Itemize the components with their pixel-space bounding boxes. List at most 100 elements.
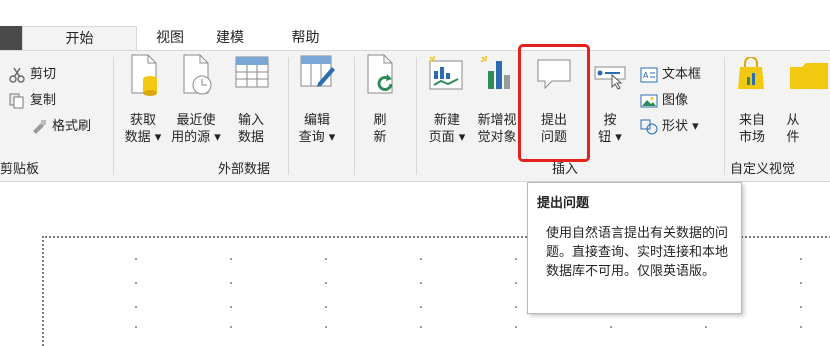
refresh-button[interactable]: 刷 新 (360, 53, 400, 153)
from-marketplace-label-1: 来自 (738, 113, 765, 128)
new-page-label-1: 新建 (433, 113, 460, 128)
ribbon: 剪切 复制 格式刷 剪贴板 获取 数据 ▾ 最近使 用的源 ▾ 输入 数据 编辑… (0, 50, 830, 182)
edit-queries-icon (300, 55, 335, 87)
from-file-label-1: 从 (786, 113, 800, 128)
copy-icon (9, 93, 24, 108)
grid-dot (135, 326, 137, 328)
file-tab[interactable] (0, 26, 22, 50)
refresh-icon (367, 54, 393, 94)
tab-home[interactable]: 开始 (22, 26, 137, 50)
grid-dot (230, 326, 232, 328)
from-file-label-2: 件 (786, 130, 800, 145)
text-box-button[interactable]: A 文本框 (640, 65, 701, 85)
edit-queries-label-2: 查询 ▾ (298, 130, 336, 145)
grid-dot (325, 326, 327, 328)
recent-sources-button[interactable]: 最近使 用的源 ▾ (166, 53, 226, 153)
grid-dot (420, 258, 422, 260)
image-button[interactable]: 图像 (640, 91, 688, 111)
text-box-label: 文本框 (662, 67, 702, 82)
shapes-button[interactable]: 形状 ▾ (640, 117, 699, 137)
separator (416, 57, 417, 175)
cut-label: 剪切 (30, 67, 57, 82)
grid-dot (230, 258, 232, 260)
from-marketplace-label-2: 市场 (738, 130, 765, 145)
tooltip: 提出问题 使用自然语言提出有关数据的问题。直接查询、实时连接和本地数据库不可用。… (527, 182, 742, 314)
grid-dot (610, 326, 612, 328)
grid-dot (420, 306, 422, 308)
edit-queries-label-1: 编辑 (303, 113, 330, 128)
from-marketplace-button[interactable]: 来自 市场 (730, 53, 774, 153)
separator (288, 57, 289, 175)
separator (354, 57, 355, 175)
grid-dot (135, 306, 137, 308)
external-data-group-label: 外部数据 (218, 162, 271, 177)
grid-dot (800, 306, 802, 308)
buttons-button[interactable]: 按 钮 ▾ (590, 53, 630, 153)
clipboard-group-label: 剪贴板 (0, 162, 40, 177)
scissors-icon (9, 67, 25, 83)
grid-dot (135, 258, 137, 260)
grid-dot (325, 258, 327, 260)
edit-queries-button[interactable]: 编辑 查询 ▾ (292, 53, 342, 153)
get-data-button[interactable]: 获取 数据 ▾ (120, 53, 166, 153)
grid-dot (135, 282, 137, 284)
new-visual-button[interactable]: 新增视 觉对象 (472, 53, 522, 153)
shapes-icon (640, 119, 658, 134)
new-page-label-2: 页面 ▾ (428, 130, 466, 145)
table-icon (235, 56, 269, 88)
from-file-button[interactable]: 从 件 (778, 53, 830, 153)
shapes-label: 形状 ▾ (662, 119, 699, 134)
grid-dot (230, 306, 232, 308)
grid-dot (800, 326, 802, 328)
grid-dot (800, 258, 802, 260)
get-data-label-1: 获取 (129, 113, 156, 128)
tab-view[interactable]: 视图 (145, 26, 195, 50)
grid-dot (230, 282, 232, 284)
new-page-icon (429, 56, 463, 90)
separator (724, 57, 725, 175)
text-box-icon: A (640, 67, 658, 82)
recent-sources-label-2: 用的源 ▾ (171, 130, 221, 145)
get-data-label-2: 数据 ▾ (124, 130, 162, 145)
separator (113, 57, 114, 175)
grid-dot (325, 306, 327, 308)
buttons-label-1: 按 (603, 113, 617, 128)
grid-dot (800, 282, 802, 284)
image-icon (640, 94, 658, 107)
custom-visuals-group-label: 自定义视觉 (730, 162, 796, 177)
refresh-label-2: 新 (373, 130, 387, 145)
grid-dot (325, 282, 327, 284)
copy-button[interactable]: 复制 (8, 91, 56, 111)
marketplace-bag-icon (738, 57, 764, 89)
highlight-box (518, 44, 590, 162)
tooltip-title: 提出问题 (537, 196, 590, 211)
grid-dot (515, 282, 517, 284)
grid-dot (515, 306, 517, 308)
tab-modeling[interactable]: 建模 (200, 26, 260, 50)
grid-dot (420, 326, 422, 328)
svg-text:A: A (643, 71, 649, 80)
new-page-button[interactable]: 新建 页面 ▾ (422, 53, 472, 153)
grid-dot (705, 326, 707, 328)
new-visual-label-1: 新增视 (477, 113, 517, 128)
image-label: 图像 (662, 93, 689, 108)
button-icon (594, 66, 626, 90)
grid-dot (420, 282, 422, 284)
enter-data-label-1: 输入 (237, 113, 264, 128)
copy-label: 复制 (30, 93, 57, 108)
grid-dot (515, 326, 517, 328)
enter-data-label-2: 数据 (237, 130, 264, 145)
enter-data-button[interactable]: 输入 数据 (228, 53, 274, 153)
cut-button[interactable]: 剪切 (8, 65, 56, 85)
format-painter-icon (33, 119, 46, 134)
tooltip-body: 使用自然语言提出有关数据的问题。直接查询、实时连接和本地数据库不可用。仅限英语版… (546, 226, 729, 279)
buttons-label-2: 钮 ▾ (598, 130, 622, 145)
tab-help[interactable]: 帮助 (278, 26, 333, 50)
get-data-icon (131, 54, 157, 96)
new-visual-label-2: 觉对象 (477, 130, 517, 145)
format-painter-button[interactable]: 格式刷 (30, 117, 91, 137)
recent-sources-icon (183, 54, 212, 95)
format-painter-label: 格式刷 (52, 119, 92, 134)
grid-dot (515, 258, 517, 260)
bar-chart-icon (481, 56, 510, 89)
